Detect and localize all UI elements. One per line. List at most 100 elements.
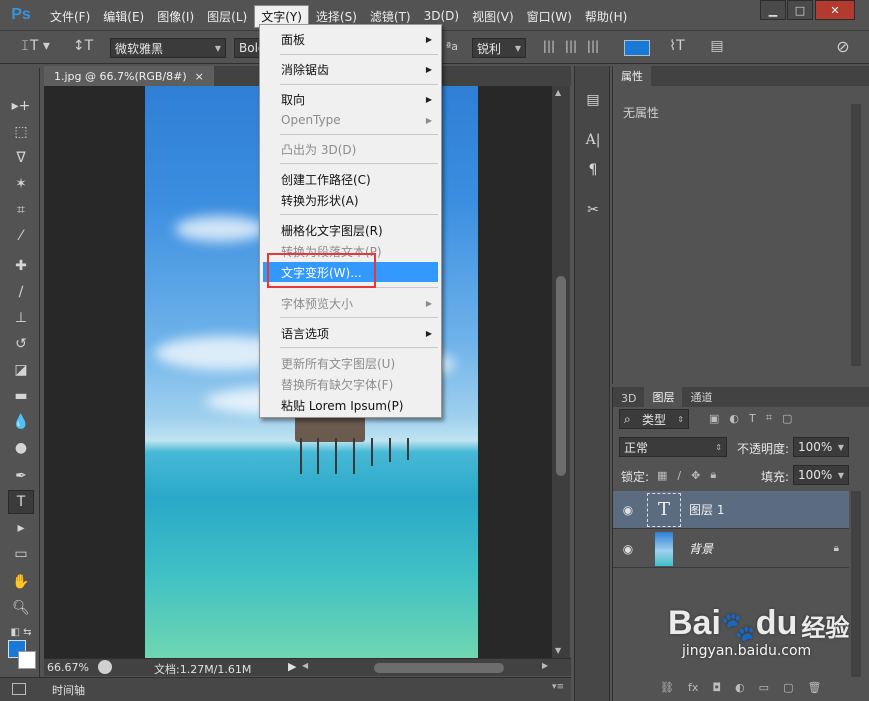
path-selection-tool-icon[interactable]: ▸ — [8, 516, 34, 540]
dodge-tool-icon[interactable]: ● — [8, 436, 34, 460]
status-menu-icon[interactable] — [98, 660, 112, 674]
menu-item-paste-lorem-ipsum[interactable]: 粘贴 Lorem Ipsum(P) — [263, 395, 438, 415]
move-tool-icon[interactable]: ▸+ — [8, 94, 34, 118]
character-panel-icon[interactable]: ▤ — [706, 38, 728, 54]
filter-adjustment-icon[interactable]: ◐ — [729, 412, 739, 425]
adjustment-layer-icon[interactable]: ◐ — [735, 681, 745, 694]
menu-file[interactable]: 文件(F) — [44, 6, 96, 27]
menu-item-convert-to-shape[interactable]: 转换为形状(A) — [263, 190, 438, 210]
healing-brush-tool-icon[interactable]: ✚ — [8, 254, 34, 278]
delete-layer-icon[interactable]: 🗑︎ — [807, 681, 821, 694]
scroll-right-icon[interactable]: ▶ — [542, 661, 548, 670]
maximize-button[interactable]: □ — [787, 0, 813, 20]
blend-mode-select[interactable]: 正常 ⇕ — [619, 437, 727, 457]
paragraph-panel-icon[interactable]: ¶ — [581, 158, 605, 182]
filter-smart-object-icon[interactable]: ▢ — [782, 412, 792, 425]
menu-view[interactable]: 视图(V) — [466, 6, 520, 27]
menu-help[interactable]: 帮助(H) — [579, 6, 633, 27]
history-panel-icon[interactable]: ▤ — [581, 88, 605, 112]
lock-paint-icon[interactable]: ∕ — [677, 469, 681, 482]
scroll-down-icon[interactable]: ▼ — [555, 646, 561, 655]
zoom-level[interactable]: 66.67% — [47, 661, 89, 674]
clone-stamp-tool-icon[interactable]: ⊥ — [8, 306, 34, 330]
anti-alias-select[interactable]: 锐利 ▼ — [472, 38, 526, 58]
scroll-up-icon[interactable]: ▲ — [555, 88, 561, 97]
toggle-orientation-icon[interactable]: ↕T — [72, 38, 94, 54]
opacity-input[interactable]: 100% ▼ — [793, 437, 849, 457]
document-tab[interactable]: 1.jpg @ 66.7%(RGB/8#) × — [44, 66, 214, 86]
history-brush-tool-icon[interactable]: ↺ — [8, 332, 34, 356]
align-center-icon[interactable]: ||| — [562, 39, 580, 57]
background-color-swatch[interactable] — [18, 651, 36, 669]
layer-style-icon[interactable]: fx — [688, 681, 698, 694]
timeline-label[interactable]: 时间轴 — [52, 682, 85, 698]
menu-item-language-options[interactable]: 语言选项 ▶ — [263, 323, 438, 343]
scroll-left-icon[interactable]: ◀ — [302, 661, 308, 670]
visibility-eye-icon[interactable]: ◉ — [613, 542, 643, 556]
menu-item-panels[interactable]: 面板 ▶ — [263, 29, 438, 49]
menu-window[interactable]: 窗口(W) — [521, 6, 578, 27]
layer-mask-icon[interactable]: ◘ — [712, 681, 721, 694]
menu-edit[interactable]: 编辑(E) — [97, 6, 150, 27]
lock-all-icon[interactable]: 🔒︎ — [710, 468, 716, 482]
status-arrow-icon[interactable]: ▶ — [288, 660, 296, 673]
tab-channels[interactable]: 通道 — [682, 387, 720, 407]
layer-row[interactable]: ◉ 背景 🔒︎ — [613, 530, 849, 568]
new-group-icon[interactable]: ▭ — [759, 681, 769, 694]
font-style-select[interactable]: Bold — [234, 38, 266, 58]
vertical-scrollbar[interactable]: ▲ ▼ — [552, 86, 570, 658]
layer-name[interactable]: 图层 1 — [689, 501, 724, 518]
timeline-panel-icon[interactable] — [12, 683, 26, 695]
layer-name[interactable]: 背景 — [689, 540, 713, 557]
font-family-select[interactable]: 微软雅黑 ▼ — [110, 38, 226, 58]
new-layer-icon[interactable]: ▢ — [783, 681, 793, 694]
magic-wand-tool-icon[interactable]: ✶ — [8, 172, 34, 196]
eraser-tool-icon[interactable]: ◪ — [8, 358, 34, 382]
minimize-button[interactable]: ▁ — [760, 0, 786, 20]
menu-layer[interactable]: 图层(L) — [201, 6, 253, 27]
marquee-tool-icon[interactable]: ⬚ — [8, 120, 34, 144]
horizontal-scroll-thumb[interactable] — [374, 663, 504, 673]
lock-position-icon[interactable]: ✥ — [691, 469, 700, 482]
tool-presets-icon[interactable]: ✂ — [581, 198, 605, 222]
filter-pixel-icon[interactable]: ▣ — [709, 412, 719, 425]
eyedropper-tool-icon[interactable]: ⁄ — [8, 224, 34, 248]
type-tool-icon[interactable]: T — [8, 490, 34, 514]
cancel-icon[interactable]: ⊘ — [832, 37, 854, 56]
lasso-tool-icon[interactable]: ᐁ — [8, 146, 34, 170]
visibility-eye-icon[interactable]: ◉ — [613, 503, 643, 517]
hand-tool-icon[interactable]: ✋ — [8, 570, 34, 594]
tab-layers[interactable]: 图层 — [644, 387, 683, 407]
filter-type-icon[interactable]: T — [749, 412, 756, 425]
gradient-tool-icon[interactable]: ▬ — [8, 384, 34, 408]
align-right-icon[interactable]: ||| — [584, 39, 602, 57]
fill-input[interactable]: 100% ▼ — [793, 465, 849, 485]
close-window-button[interactable]: ✕ — [815, 0, 855, 20]
warp-text-icon[interactable]: ⌇T — [666, 38, 688, 54]
menu-item-create-work-path[interactable]: 创建工作路径(C) — [263, 169, 438, 189]
filter-shape-icon[interactable]: ⌗ — [766, 411, 772, 425]
menu-item-rasterize-type-layer[interactable]: 栅格化文字图层(R) — [263, 220, 438, 240]
menu-3d[interactable]: 3D(D) — [418, 7, 465, 25]
character-panel-icon[interactable]: A| — [581, 128, 605, 152]
layer-row[interactable]: ◉ T 图层 1 — [613, 491, 849, 529]
menu-item-orientation[interactable]: 取向 ▶ — [263, 89, 438, 109]
link-layers-icon[interactable]: ⛓ — [660, 681, 674, 694]
layer-filter-select[interactable]: ⌕ 类型 ⇕ — [619, 409, 689, 429]
crop-tool-icon[interactable]: ⌗ — [8, 198, 34, 222]
tab-properties[interactable]: 属性 — [613, 66, 651, 86]
blur-tool-icon[interactable]: 💧 — [8, 410, 34, 434]
properties-scrollbar[interactable] — [851, 104, 861, 366]
close-tab-icon[interactable]: × — [195, 70, 204, 83]
menu-image[interactable]: 图像(I) — [151, 6, 200, 27]
type-tool-preset-icon[interactable]: 𝙸T ▾ — [20, 38, 50, 54]
tab-3d[interactable]: 3D — [613, 390, 644, 407]
lock-transparency-icon[interactable]: ▦ — [657, 469, 667, 482]
vertical-scroll-thumb[interactable] — [556, 276, 566, 476]
brush-tool-icon[interactable]: ∕ — [8, 280, 34, 304]
align-left-icon[interactable]: ||| — [540, 39, 558, 57]
pen-tool-icon[interactable]: ✒ — [8, 464, 34, 488]
text-color-swatch[interactable] — [624, 40, 650, 56]
menu-item-anti-alias[interactable]: 消除锯齿 ▶ — [263, 59, 438, 79]
panel-menu-icon[interactable]: ▾≡ — [552, 682, 564, 692]
